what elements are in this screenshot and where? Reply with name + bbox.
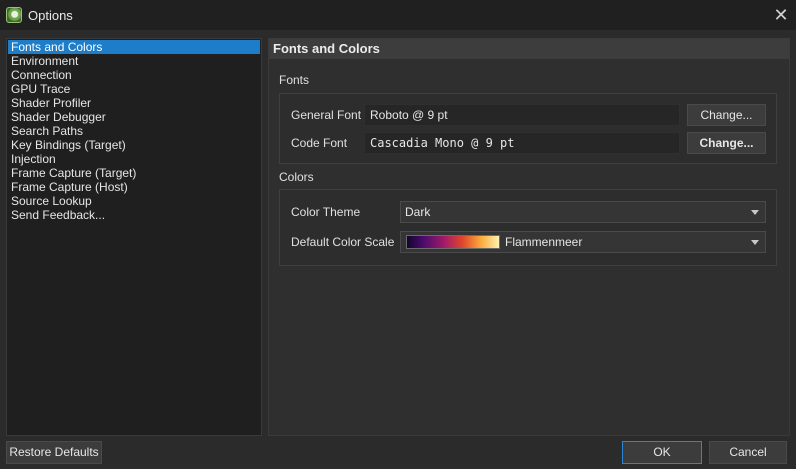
sidebar-item-frame-capture-target[interactable]: Frame Capture (Target) <box>8 166 260 180</box>
cancel-button[interactable]: Cancel <box>709 441 787 464</box>
app-icon <box>6 7 22 23</box>
general-font-change-button[interactable]: Change... <box>687 104 766 126</box>
default-color-scale-value: Flammenmeer <box>505 235 583 249</box>
sidebar-item-gpu-trace[interactable]: GPU Trace <box>8 82 260 96</box>
sidebar-item-frame-capture-host[interactable]: Frame Capture (Host) <box>8 180 260 194</box>
options-category-list[interactable]: Fonts and Colors Environment Connection … <box>6 38 262 436</box>
chevron-down-icon <box>751 210 759 215</box>
colors-group-title: Colors <box>279 170 314 184</box>
sidebar-item-source-lookup[interactable]: Source Lookup <box>8 194 260 208</box>
code-font-change-button[interactable]: Change... <box>687 132 766 154</box>
sidebar-item-search-paths[interactable]: Search Paths <box>8 124 260 138</box>
close-icon: ✕ <box>773 5 789 25</box>
default-color-scale-label: Default Color Scale <box>291 235 395 249</box>
fonts-group-title: Fonts <box>279 73 310 87</box>
window-title: Options <box>28 7 73 23</box>
sidebar-item-connection[interactable]: Connection <box>8 68 260 82</box>
general-font-field: Roboto @ 9 pt <box>364 104 680 126</box>
chevron-down-icon <box>751 240 759 245</box>
code-font-field: Cascadia Mono @ 9 pt <box>364 132 680 154</box>
color-theme-dropdown[interactable]: Dark <box>400 201 766 223</box>
color-theme-value: Dark <box>405 205 431 219</box>
sidebar-item-environment[interactable]: Environment <box>8 54 260 68</box>
close-button[interactable]: ✕ <box>772 6 790 24</box>
default-color-scale-dropdown[interactable]: Flammenmeer <box>400 231 766 253</box>
settings-panel: Fonts and Colors Fonts General Font Robo… <box>268 38 790 436</box>
sidebar-item-injection[interactable]: Injection <box>8 152 260 166</box>
sidebar-item-send-feedback[interactable]: Send Feedback... <box>8 208 260 222</box>
general-font-label: General Font <box>291 108 362 122</box>
fonts-group: General Font Roboto @ 9 pt Change... Cod… <box>279 93 777 164</box>
sidebar-item-shader-profiler[interactable]: Shader Profiler <box>8 96 260 110</box>
sidebar-item-fonts-and-colors[interactable]: Fonts and Colors <box>8 40 260 54</box>
title-bar: Options ✕ <box>0 0 796 30</box>
sidebar-item-shader-debugger[interactable]: Shader Debugger <box>8 110 260 124</box>
color-scale-swatch <box>406 235 500 249</box>
colors-group: Color Theme Dark Default Color Scale Fla… <box>279 189 777 266</box>
ok-button[interactable]: OK <box>622 441 702 464</box>
page-title: Fonts and Colors <box>269 39 789 59</box>
restore-defaults-button[interactable]: Restore Defaults <box>6 441 102 464</box>
color-theme-label: Color Theme <box>291 205 361 219</box>
code-font-label: Code Font <box>291 136 348 150</box>
sidebar-item-key-bindings-target[interactable]: Key Bindings (Target) <box>8 138 260 152</box>
